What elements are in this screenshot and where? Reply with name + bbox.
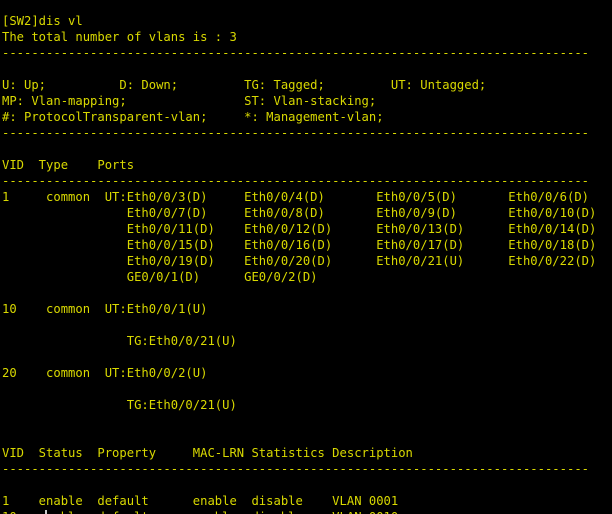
separator-line-4: ----------------------------------------… <box>2 462 589 476</box>
blank-line-2 <box>2 141 596 157</box>
vlan1-port-line-3: Eth0/0/11(D) Eth0/0/12(D) Eth0/0/13(D) E… <box>2 222 597 236</box>
vlan1-port-line-5: Eth0/0/19(D) Eth0/0/20(D) Eth0/0/21(U) E… <box>2 254 597 268</box>
legend-line-2: MP: Vlan-mapping; ST: Vlan-stacking; <box>2 94 377 108</box>
vlan1-port-line-6: GE0/0/1(D) GE0/0/2(D) <box>2 270 318 284</box>
separator-line-1: ----------------------------------------… <box>2 46 589 60</box>
vlan10-blank-line <box>2 317 596 333</box>
blank-line-7 <box>2 477 596 493</box>
status-table-header: VID Status Property MAC-LRN Statistics D… <box>2 446 413 460</box>
vlan1-port-line-4: Eth0/0/15(D) Eth0/0/16(D) Eth0/0/17(D) E… <box>2 238 597 252</box>
blank-line-6 <box>2 429 596 445</box>
vlan10-port-line-1: 10 common UT:Eth0/0/1(U) <box>2 302 208 316</box>
vlan20-port-line-2: TG:Eth0/0/21(U) <box>2 398 237 412</box>
blank-line-5 <box>2 413 596 429</box>
ports-table-header: VID Type Ports <box>2 158 135 172</box>
separator-line-3: ----------------------------------------… <box>2 174 589 188</box>
terminal-window[interactable]: [SW2]dis vl The total number of vlans is … <box>0 0 612 514</box>
legend-line-1: U: Up; D: Down; TG: Tagged; UT: Untagged… <box>2 78 487 92</box>
terminal-screen[interactable]: [SW2]dis vl The total number of vlans is … <box>2 0 596 514</box>
separator-line-2: ----------------------------------------… <box>2 126 589 140</box>
vlan10-port-line-2: TG:Eth0/0/21(U) <box>2 334 237 348</box>
command-prompt-line: [SW2]dis vl <box>2 14 83 28</box>
status-row-vlan1: 1 enable default enable disable VLAN 000… <box>2 494 399 508</box>
vlan20-port-line-1: 20 common UT:Eth0/0/2(U) <box>2 366 208 380</box>
vlan20-blank-line <box>2 381 596 397</box>
vlan1-port-line-1: 1 common UT:Eth0/0/3(D) Eth0/0/4(D) Eth0… <box>2 190 589 204</box>
legend-line-3: #: ProtocolTransparent-vlan; *: Manageme… <box>2 110 384 124</box>
vlan1-port-line-2: Eth0/0/7(D) Eth0/0/8(D) Eth0/0/9(D) Eth0… <box>2 206 597 220</box>
blank-line-4 <box>2 349 596 365</box>
vlan-total-summary: The total number of vlans is : 3 <box>2 30 237 44</box>
status-row-vlan10: 10 enable default enable disable VLAN 00… <box>2 509 596 514</box>
blank-line-3 <box>2 285 596 301</box>
blank-line-1 <box>2 61 596 77</box>
text-cursor <box>45 510 47 514</box>
